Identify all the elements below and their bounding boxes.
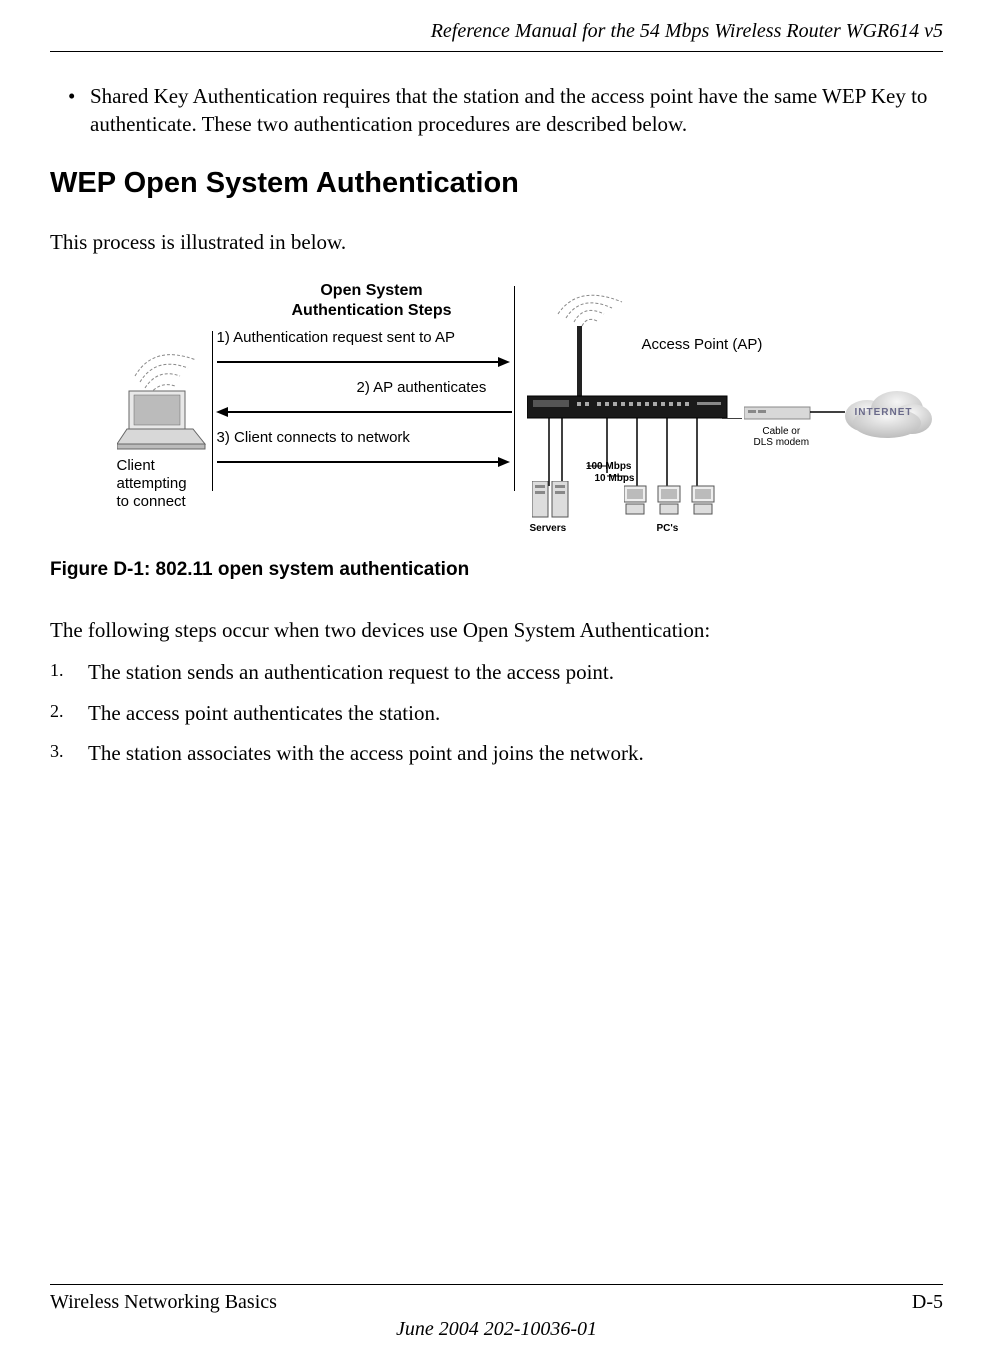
intro-text: This process is illustrated in below. <box>50 228 943 256</box>
step-3-num: 3. <box>50 739 88 767</box>
footer-right: D-5 <box>912 1291 943 1314</box>
modem-label: Cable or DLS modem <box>754 426 810 448</box>
speed-100-label: 100 Mbps <box>582 461 632 472</box>
client-label: Client attempting to connect <box>117 457 187 511</box>
following-text: The following steps occur when two devic… <box>50 616 943 644</box>
section-heading: WEP Open System Authentication <box>50 167 943 200</box>
modem-icon <box>744 403 812 423</box>
divider-left <box>212 331 214 491</box>
arrow-1 <box>217 361 502 363</box>
step-2: 2. The access point authenticates the st… <box>50 699 943 727</box>
step-1: 1. The station sends an authentication r… <box>50 658 943 686</box>
step-3: 3. The station associates with the acces… <box>50 739 943 767</box>
footer-date: June 2004 202-10036-01 <box>50 1318 943 1341</box>
client-label-line2: attempting <box>117 475 187 492</box>
arrow-2 <box>227 411 512 413</box>
arrow-2-head <box>216 407 228 417</box>
step-1-text: The station sends an authentication requ… <box>88 658 943 686</box>
client-label-line3: to connect <box>117 493 186 510</box>
step3-label: 3) Client connects to network <box>217 429 410 447</box>
internet-label: INTERNET <box>855 407 913 418</box>
figure-title-line1: Open System <box>320 282 422 299</box>
ap-wifi-waves-icon <box>532 286 642 331</box>
servers-icon <box>532 481 574 521</box>
manual-header: Reference Manual for the 54 Mbps Wireles… <box>50 20 943 52</box>
footer-left: Wireless Networking Basics <box>50 1291 277 1314</box>
modem-label-line2: DLS modem <box>754 437 810 448</box>
bullet-item: • Shared Key Authentication requires tha… <box>68 82 943 139</box>
step-3-text: The station associates with the access p… <box>88 739 943 767</box>
arrow-1-head <box>498 357 510 367</box>
figure-title: Open System Authentication Steps <box>262 281 482 321</box>
figure-diagram: Open System Authentication Steps Client … <box>62 281 932 541</box>
bullet-marker: • <box>68 82 90 139</box>
servers-label: Servers <box>530 523 567 534</box>
bullet-text: Shared Key Authentication requires that … <box>90 82 943 139</box>
step-2-num: 2. <box>50 699 88 727</box>
figure-caption: Figure D-1: 802.11 open system authentic… <box>50 559 943 581</box>
router-icon <box>527 326 737 421</box>
step1-label: 1) Authentication request sent to AP <box>217 329 456 347</box>
divider-right <box>514 286 516 491</box>
modem-label-line1: Cable or <box>762 426 800 437</box>
pcs-label: PC's <box>657 523 679 534</box>
arrow-3 <box>217 461 502 463</box>
step-1-num: 1. <box>50 658 88 686</box>
figure-title-line2: Authentication Steps <box>291 302 451 319</box>
step-2-text: The access point authenticates the stati… <box>88 699 943 727</box>
pcs-icon <box>624 481 724 521</box>
arrow-3-head <box>498 457 510 467</box>
page-footer: Wireless Networking Basics D-5 June 2004… <box>50 1284 943 1341</box>
client-label-line1: Client <box>117 457 155 474</box>
laptop-icon <box>117 389 207 451</box>
step2-label: 2) AP authenticates <box>357 379 487 397</box>
